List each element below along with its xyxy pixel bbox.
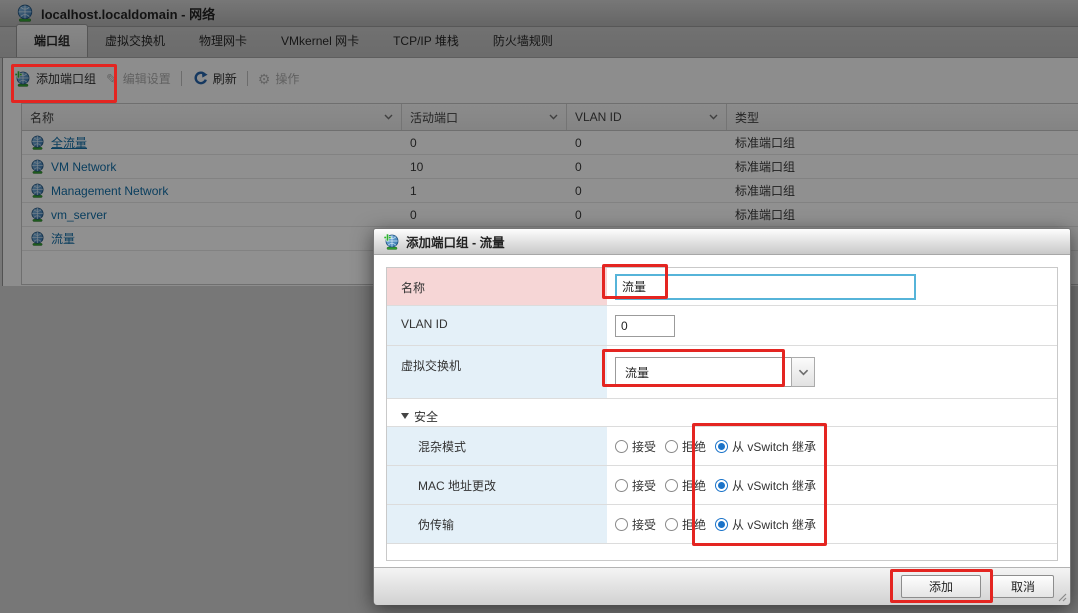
add-port-group-dialog: 添加端口组 - 流量 名称 VLAN ID 虚拟交换机 [373,228,1071,605]
add-button[interactable]: 添加 [901,575,981,598]
form-row-mac-changes: MAC 地址更改 接受 拒绝 从 vSwitch 继承 [387,466,1057,505]
forged-transmits-label: 伪传输 [387,505,607,543]
radio-inherit[interactable]: 从 vSwitch 继承 [715,477,816,494]
add-port-group-icon [384,234,400,250]
vlan-id-input[interactable] [615,314,675,337]
radio-reject[interactable]: 拒绝 [665,516,706,533]
name-label: 名称 [387,268,607,305]
cancel-button[interactable]: 取消 [992,575,1054,598]
radio-icon[interactable] [615,517,628,531]
radio-icon[interactable] [665,478,679,492]
vswitch-dropdown-button[interactable] [791,357,815,387]
vswitch-select[interactable]: 流量 [615,357,815,387]
expander-triangle-icon [401,413,409,419]
name-input[interactable] [615,273,916,300]
radio-accept[interactable]: 接受 [615,438,656,455]
radio-reject[interactable]: 拒绝 [665,477,706,494]
form-row-vswitch: 虚拟交换机 流量 [387,346,1057,399]
vlan-label: VLAN ID [387,306,607,345]
radio-accept[interactable]: 接受 [615,477,656,494]
vswitch-selected-value[interactable]: 流量 [615,357,791,387]
port-group-form: 名称 VLAN ID 虚拟交换机 流量 [386,267,1058,561]
radio-inherit[interactable]: 从 vSwitch 继承 [715,516,816,533]
mac-changes-label: MAC 地址更改 [387,466,607,504]
radio-inherit[interactable]: 从 vSwitch 继承 [715,438,816,455]
form-row-name: 名称 [387,268,1057,306]
form-row-vlan: VLAN ID [387,306,1057,346]
resize-grip-icon[interactable] [1058,593,1067,602]
form-row-forged-transmits: 伪传输 接受 拒绝 从 vSwitch 继承 [387,505,1057,544]
form-filler [387,544,1057,562]
radio-checked-icon[interactable] [715,439,729,453]
dialog-footer: 添加 取消 [374,567,1070,605]
promiscuous-label: 混杂模式 [387,427,607,465]
radio-icon[interactable] [665,517,679,531]
chevron-down-icon [798,368,808,375]
radio-icon[interactable] [615,439,628,453]
dialog-body: 名称 VLAN ID 虚拟交换机 流量 [374,255,1070,567]
form-row-promiscuous: 混杂模式 接受 拒绝 从 vSwitch 继承 [387,427,1057,466]
dialog-titlebar: 添加端口组 - 流量 [374,229,1070,255]
radio-accept[interactable]: 接受 [615,516,656,533]
radio-icon[interactable] [615,478,628,492]
vswitch-label: 虚拟交换机 [387,346,607,398]
esxi-network-screen: localhost.localdomain - 网络 端口组 虚拟交换机 物理网… [0,0,1078,613]
security-section-header[interactable]: 安全 [387,399,1057,427]
dialog-title: 添加端口组 - 流量 [406,236,505,250]
radio-icon[interactable] [665,439,679,453]
radio-checked-icon[interactable] [715,478,729,492]
radio-checked-icon[interactable] [715,517,729,531]
radio-reject[interactable]: 拒绝 [665,438,706,455]
security-section-label: 安全 [414,409,439,424]
